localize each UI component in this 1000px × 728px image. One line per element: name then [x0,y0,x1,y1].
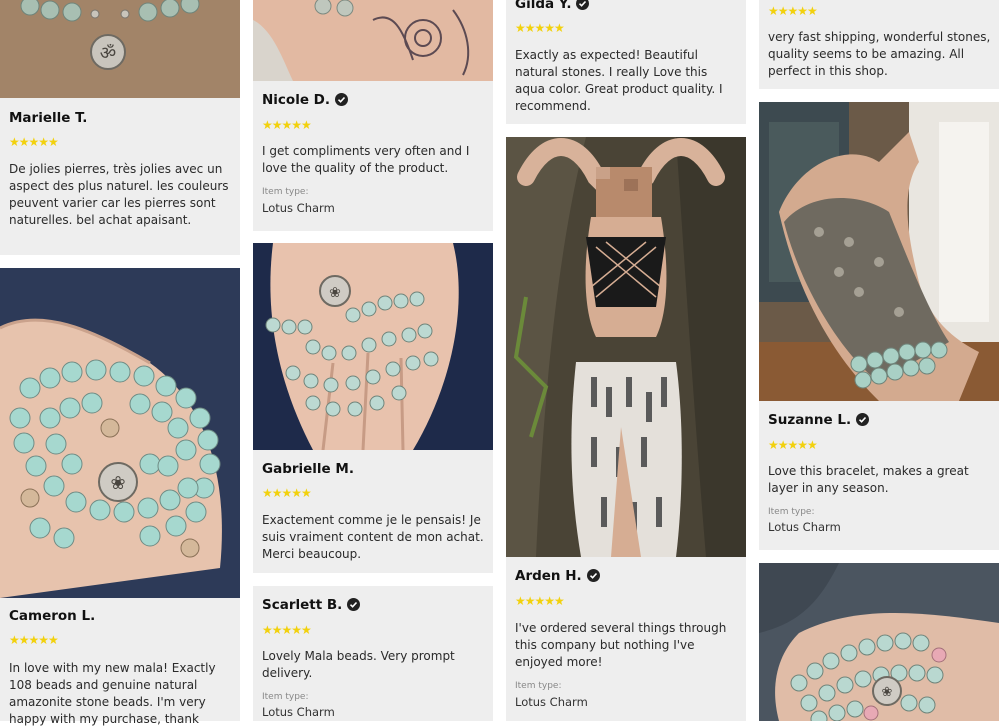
reviewer-name-text: Nicole D. [262,92,331,108]
reviewer-name-text: Suzanne L. [768,412,852,428]
star-rating: ★★★★★ [768,438,818,452]
svg-text:❀: ❀ [110,473,125,494]
star-rating: ★★★★★ [262,623,312,637]
reviewer-name: Gilda Y. [515,0,590,14]
review-photo[interactable] [506,137,746,557]
review-text: De jolies pierres, très jolies avec un a… [9,162,229,227]
item-type-label: Item type: [515,681,562,691]
star-rating: ★★★★★ [262,118,312,132]
review-text: I've ordered several things through this… [515,621,727,669]
star-rating: ★★★★★ [515,21,565,35]
item-type-label: Item type: [768,507,815,517]
reviewer-name: Gabrielle M. [262,461,354,477]
review-text: very fast shipping, wonderful stones, qu… [768,30,991,78]
verified-check-icon [335,93,349,110]
review-text: In love with my new mala! Exactly 108 be… [9,661,216,726]
reviewer-name: Marielle T. [9,110,88,126]
svg-text:❀: ❀ [882,685,893,700]
review-photo[interactable]: ❀ [0,268,240,598]
review-card: ★★★★★ very fast shipping, wonderful ston… [759,0,999,89]
reviewer-name: Arden H. [515,568,600,586]
star-rating: ★★★★★ [9,135,59,149]
review-card: Gabrielle M. ★★★★★ Exactement comme je l… [253,450,493,573]
star-rating: ★★★★★ [262,486,312,500]
reviewer-name: Nicole D. [262,92,349,110]
review-text: I get compliments very often and I love … [262,144,470,175]
star-rating: ★★★★★ [9,633,59,647]
verified-check-icon [586,569,600,586]
review-card: Suzanne L. ★★★★★ Love this bracelet, mak… [759,401,999,550]
review-photo[interactable] [253,0,493,81]
review-card: Marielle T. ★★★★★ De jolies pierres, trè… [0,98,240,255]
review-photo[interactable]: ❀ [759,563,999,721]
star-rating: ★★★★★ [515,594,565,608]
review-card: Scarlett B. ★★★★★ Lovely Mala beads. Ver… [253,586,493,721]
star-rating: ★★★★★ [768,4,818,18]
svg-text:❀: ❀ [329,285,341,301]
reviewer-name-text: Gilda Y. [515,0,572,12]
item-type-value: Lotus Charm [262,201,335,215]
review-text: Exactement comme je le pensais! Je suis … [262,513,484,561]
reviewer-name: Scarlett B. [262,597,361,615]
review-photo[interactable]: ❀ [253,243,493,450]
verified-check-icon [347,598,361,615]
item-type-label: Item type: [262,692,309,702]
review-text: Love this bracelet, makes a great layer … [768,464,969,495]
item-type-label: Item type: [262,187,309,197]
item-type-value: Lotus Charm [515,695,588,709]
review-card: Gilda Y. ★★★★★ Exactly as expected! Beau… [506,0,746,124]
reviewer-name-text: Arden H. [515,568,582,584]
review-card: Arden H. ★★★★★ I've ordered several thin… [506,557,746,721]
reviewer-name: Suzanne L. [768,412,870,430]
review-photo[interactable]: ॐ [0,0,240,98]
review-text: Exactly as expected! Beautiful natural s… [515,48,723,113]
reviewer-name-text: Scarlett B. [262,597,343,613]
review-card: Cameron L. ★★★★★ In love with my new mal… [0,598,240,726]
verified-check-icon [576,0,590,14]
reviewer-name: Cameron L. [9,608,96,624]
svg-text:ॐ: ॐ [100,43,116,64]
review-card: Nicole D. ★★★★★ I get compliments very o… [253,81,493,231]
review-photo[interactable] [759,102,999,401]
review-text: Lovely Mala beads. Very prompt delivery. [262,649,455,680]
item-type-value: Lotus Charm [262,705,335,719]
verified-check-icon [856,413,870,430]
item-type-value: Lotus Charm [768,520,841,534]
